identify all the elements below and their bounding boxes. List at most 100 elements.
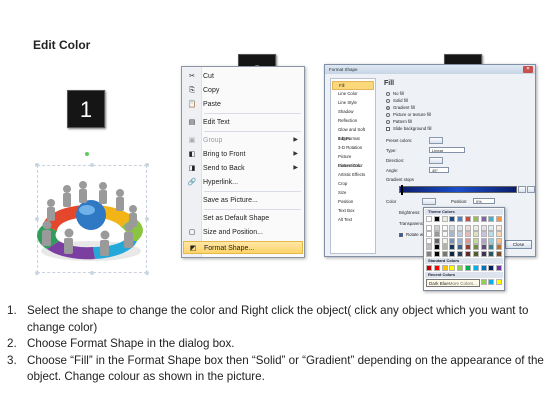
- category-fill[interactable]: Fill: [332, 81, 374, 90]
- close-icon[interactable]: ✕: [523, 66, 533, 73]
- gradient-stops-bar[interactable]: [399, 185, 517, 195]
- color-swatch[interactable]: [472, 237, 479, 244]
- color-swatch[interactable]: [426, 251, 432, 257]
- color-picker-button[interactable]: [422, 198, 436, 205]
- color-swatch[interactable]: [496, 224, 503, 231]
- radio-pattern-fill[interactable]: Pattern fill: [386, 119, 412, 125]
- color-swatch[interactable]: [465, 244, 471, 251]
- color-swatch[interactable]: [488, 224, 495, 231]
- category-crop[interactable]: Crop: [332, 180, 374, 189]
- color-swatch[interactable]: [496, 265, 503, 271]
- category-alt-text[interactable]: Alt Text: [332, 216, 374, 225]
- color-swatch[interactable]: [426, 237, 432, 244]
- menu-item-hyperlink[interactable]: 🔗 Hyperlink...: [183, 176, 303, 189]
- color-swatch[interactable]: [480, 237, 487, 244]
- color-swatch[interactable]: [441, 244, 448, 251]
- category-line-color[interactable]: Line Color: [332, 90, 374, 99]
- color-swatch[interactable]: [449, 237, 456, 244]
- radio-solid-fill[interactable]: Solid fill: [386, 98, 408, 104]
- color-swatch[interactable]: [457, 231, 464, 238]
- menu-item-send-to-back[interactable]: ◨ Send to Back ▶: [183, 162, 303, 175]
- color-swatch[interactable]: [496, 279, 503, 285]
- position-input[interactable]: 0%: [473, 198, 495, 204]
- color-swatch[interactable]: [488, 244, 495, 251]
- color-swatch[interactable]: [472, 216, 479, 222]
- color-swatch[interactable]: [441, 231, 448, 238]
- category-line-style[interactable]: Line Style: [332, 99, 374, 108]
- color-swatch[interactable]: [488, 279, 495, 285]
- category-picture-corrections[interactable]: Picture Corrections: [332, 153, 374, 168]
- color-swatch[interactable]: [433, 244, 440, 251]
- color-swatch[interactable]: [433, 265, 440, 271]
- color-swatch[interactable]: [449, 244, 456, 251]
- category-shadow[interactable]: Shadow: [332, 108, 374, 117]
- color-swatch[interactable]: [496, 244, 503, 251]
- color-swatch[interactable]: [465, 231, 471, 238]
- menu-item-cut[interactable]: ✂ Cut: [183, 70, 303, 83]
- category-picture-color[interactable]: Picture Color: [332, 162, 374, 171]
- color-swatch[interactable]: [441, 265, 448, 271]
- category-reflection[interactable]: Reflection: [332, 117, 374, 126]
- color-swatch[interactable]: [426, 224, 432, 231]
- menu-item-format-shape[interactable]: ◩ Format Shape...: [183, 241, 303, 254]
- color-swatch[interactable]: [441, 224, 448, 231]
- color-swatch[interactable]: [441, 251, 448, 257]
- color-swatch[interactable]: [433, 237, 440, 244]
- menu-item-save-as-picture[interactable]: Save as Picture...: [183, 194, 303, 207]
- radio-no-fill[interactable]: No fill: [386, 91, 404, 97]
- color-swatch[interactable]: [488, 265, 495, 271]
- menu-item-edit-text[interactable]: ▤ Edit Text: [183, 116, 303, 129]
- angle-input[interactable]: 45°: [429, 167, 449, 173]
- radio-gradient-fill[interactable]: Gradient fill: [386, 105, 415, 111]
- color-swatch[interactable]: [480, 265, 487, 271]
- color-swatch[interactable]: [472, 244, 479, 251]
- color-swatch[interactable]: [426, 216, 432, 222]
- color-swatch[interactable]: [488, 216, 495, 222]
- color-swatch[interactable]: [488, 251, 495, 257]
- color-swatch[interactable]: [426, 265, 432, 271]
- color-swatch[interactable]: [457, 244, 464, 251]
- color-swatch[interactable]: [449, 265, 456, 271]
- close-button[interactable]: Close: [505, 240, 532, 249]
- preset-colors-dropdown[interactable]: [429, 137, 443, 144]
- radio-picture-fill[interactable]: Picture or texture fill: [386, 112, 431, 118]
- color-swatch[interactable]: [426, 244, 432, 251]
- color-swatch[interactable]: [433, 231, 440, 238]
- color-swatch[interactable]: [480, 216, 487, 222]
- menu-item-bring-to-front[interactable]: ◧ Bring to Front ▶: [183, 148, 303, 161]
- color-swatch[interactable]: [433, 251, 440, 257]
- color-swatch[interactable]: [449, 251, 456, 257]
- gradient-stop-handle[interactable]: [401, 185, 403, 195]
- color-swatch[interactable]: [488, 231, 495, 238]
- color-swatch[interactable]: [457, 251, 464, 257]
- color-swatch[interactable]: [449, 216, 456, 222]
- color-swatch[interactable]: [465, 237, 471, 244]
- color-swatch[interactable]: [457, 265, 464, 271]
- color-swatch[interactable]: [433, 224, 440, 231]
- color-swatch[interactable]: [465, 224, 471, 231]
- color-swatch[interactable]: [496, 237, 503, 244]
- color-swatch[interactable]: [449, 224, 456, 231]
- color-swatch[interactable]: [457, 216, 464, 222]
- category-size[interactable]: Size: [332, 189, 374, 198]
- menu-item-group[interactable]: ▣ Group ▶: [183, 134, 303, 147]
- color-swatch[interactable]: [465, 216, 471, 222]
- color-swatch[interactable]: [480, 244, 487, 251]
- color-swatch[interactable]: [465, 265, 471, 271]
- category-3d-format[interactable]: 3-D Format: [332, 135, 374, 144]
- remove-stop-button[interactable]: [527, 186, 535, 193]
- color-swatch[interactable]: [480, 279, 487, 285]
- color-swatch[interactable]: [472, 265, 479, 271]
- menu-item-set-default-shape[interactable]: Set as Default Shape: [183, 212, 303, 225]
- category-position[interactable]: Position: [332, 198, 374, 207]
- color-swatch[interactable]: [441, 216, 448, 222]
- color-swatch[interactable]: [480, 251, 487, 257]
- color-swatch[interactable]: [433, 216, 440, 222]
- color-swatch[interactable]: [480, 231, 487, 238]
- add-stop-button[interactable]: [518, 186, 526, 193]
- menu-item-paste[interactable]: 📋 Paste: [183, 98, 303, 111]
- checkbox-slide-background-fill[interactable]: Slide background fill: [386, 126, 431, 132]
- menu-item-copy[interactable]: ⎘ Copy: [183, 84, 303, 97]
- color-swatch[interactable]: [472, 224, 479, 231]
- direction-dropdown[interactable]: [429, 157, 443, 164]
